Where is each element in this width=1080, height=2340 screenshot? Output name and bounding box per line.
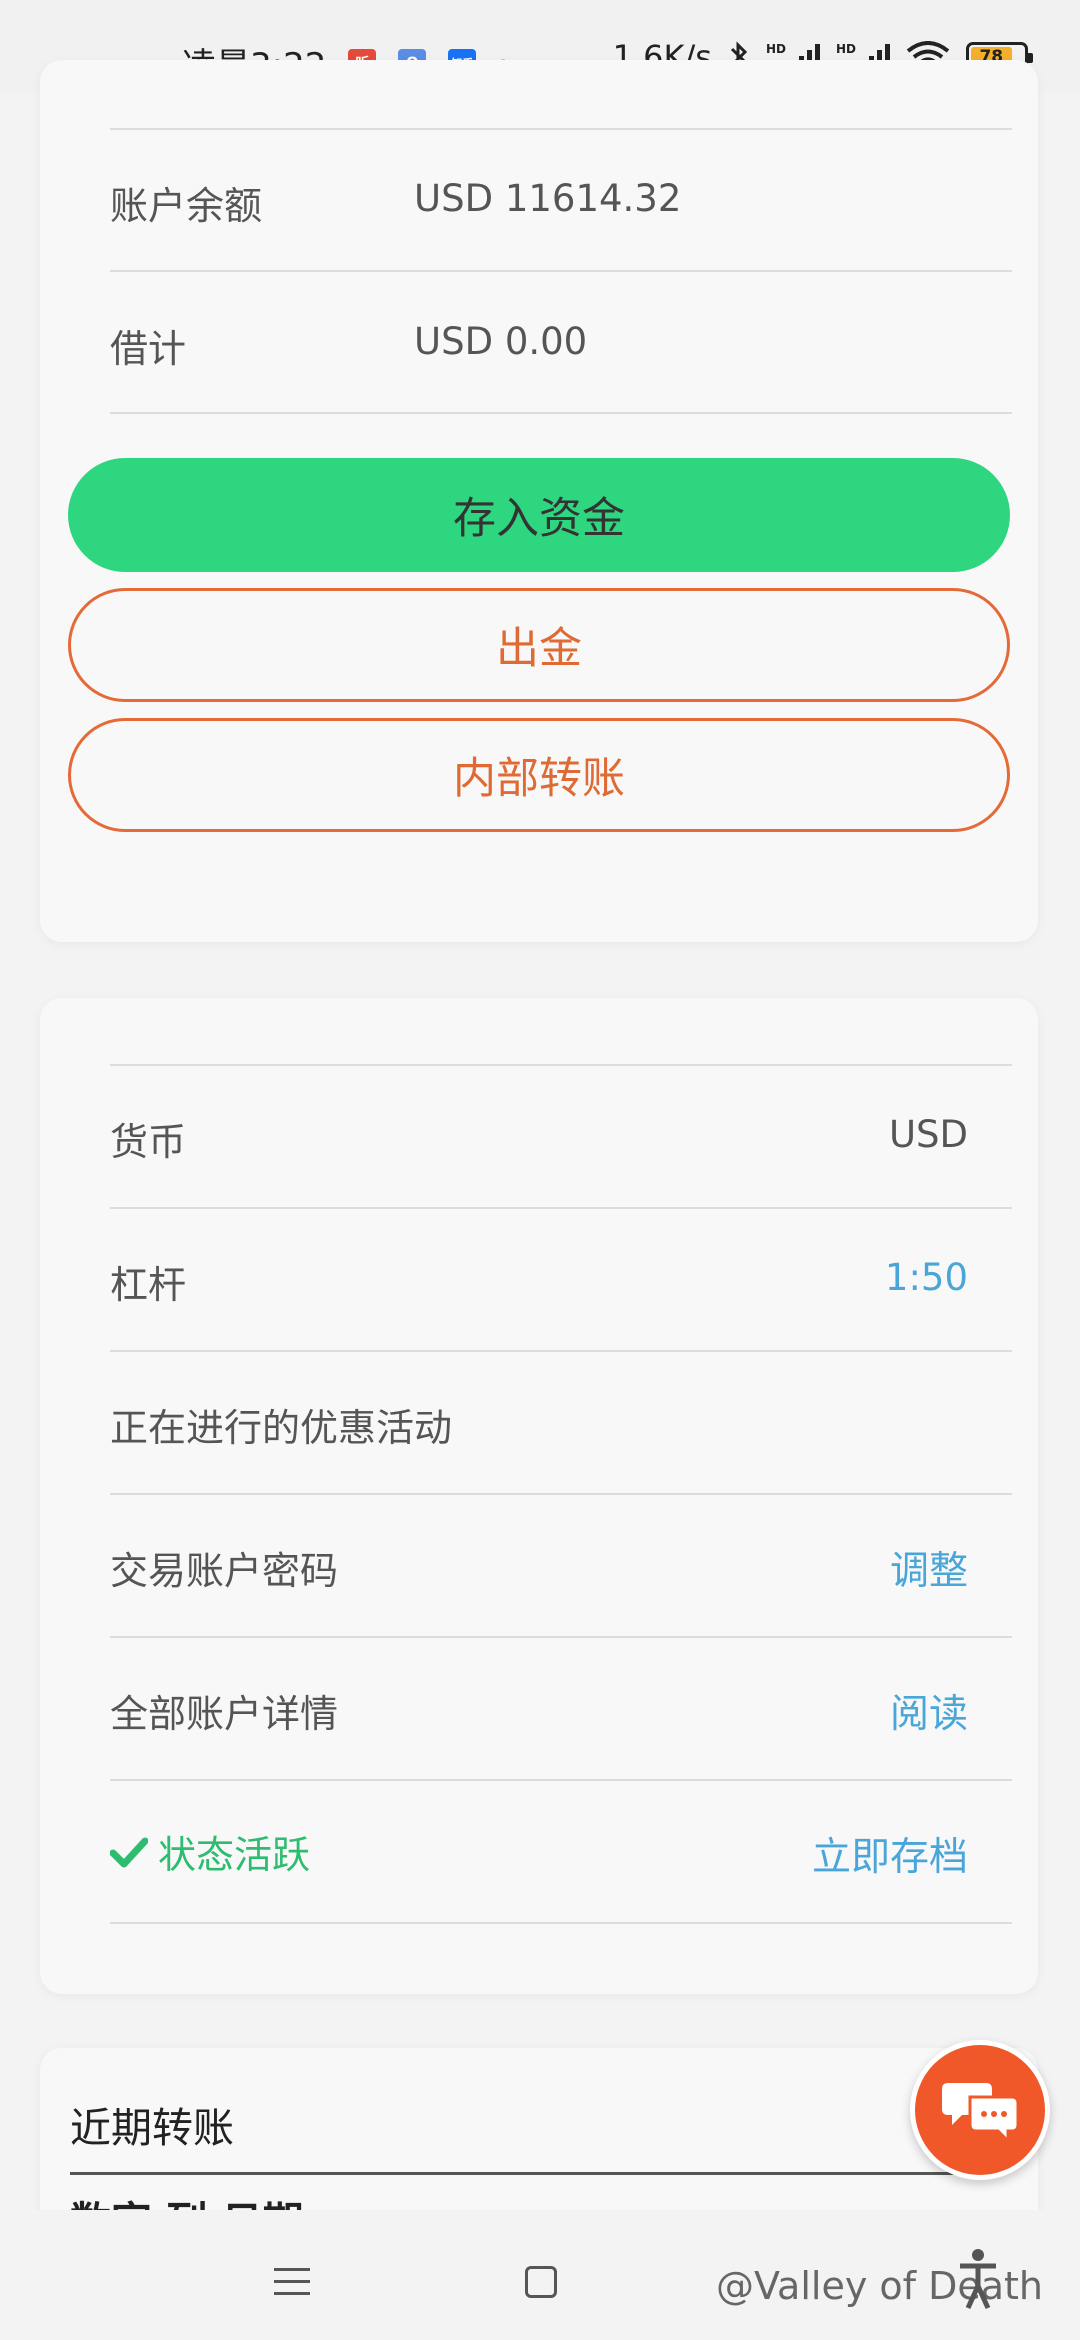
- account-details-card: 货币 USD 杠杆 1:50 正在进行的优惠活动 交易账户密码 调整 全部账户详…: [40, 998, 1038, 1994]
- divider: [70, 2172, 972, 2175]
- home-icon[interactable]: [525, 2266, 557, 2298]
- status-active-label: 状态活跃: [158, 1833, 311, 1877]
- internal-transfer-button[interactable]: 内部转账: [68, 718, 1010, 832]
- all-account-details-label: 全部账户详情: [110, 1692, 339, 1736]
- divider: [110, 1493, 1012, 1495]
- currency-value: USD: [888, 1113, 968, 1156]
- leverage-link[interactable]: 1:50: [885, 1256, 968, 1299]
- withdraw-button[interactable]: 出金: [68, 588, 1010, 702]
- promotions-label[interactable]: 正在进行的优惠活动: [110, 1397, 452, 1452]
- currency-label: 货币: [110, 1120, 187, 1164]
- account-balance-label: 账户余额: [110, 184, 263, 228]
- navigation-bar: @Valley of Death: [0, 2210, 1080, 2340]
- accessibility-icon[interactable]: [958, 2248, 998, 2310]
- read-details-link[interactable]: 阅读: [890, 1683, 968, 1739]
- balance-card: 账户余额 USD 11614.32 借计 USD 0.00 存入资金 出金 内部…: [40, 60, 1038, 942]
- recent-transfers-title: 近期转账: [70, 2104, 234, 2152]
- leverage-label: 杠杆: [110, 1263, 187, 1307]
- debit-value: USD 0.00: [414, 320, 588, 363]
- divider: [110, 412, 1012, 414]
- divider: [110, 270, 1012, 272]
- archive-now-link[interactable]: 立即存档: [812, 1826, 968, 1882]
- chat-icon: [942, 2083, 1020, 2145]
- check-icon: [110, 1837, 148, 1867]
- divider: [110, 1922, 1012, 1924]
- divider: [110, 1636, 1012, 1638]
- divider: [110, 1207, 1012, 1209]
- divider: [110, 1350, 1012, 1352]
- divider: [110, 1779, 1012, 1781]
- adjust-password-link[interactable]: 调整: [890, 1540, 968, 1596]
- divider: [110, 128, 1012, 130]
- menu-icon[interactable]: [274, 2268, 310, 2304]
- chat-button[interactable]: [910, 2040, 1050, 2180]
- status-active: 状态活跃: [110, 1824, 310, 1879]
- deposit-button[interactable]: 存入资金: [68, 458, 1010, 572]
- divider: [110, 1064, 1012, 1066]
- trading-password-label: 交易账户密码: [110, 1549, 339, 1593]
- debit-label: 借计: [110, 327, 187, 371]
- account-balance-value: USD 11614.32: [414, 177, 682, 220]
